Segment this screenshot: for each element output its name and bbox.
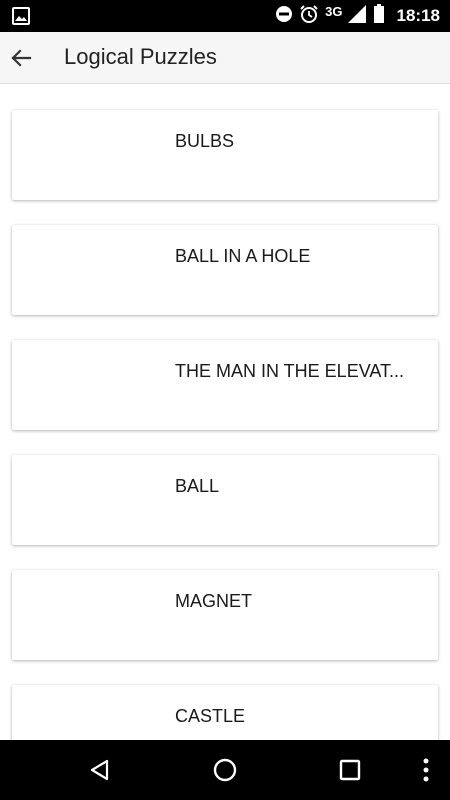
puzzle-card[interactable]: MAGNET [12, 570, 438, 660]
puzzle-card[interactable]: THE MAN IN THE ELEVAT... [12, 340, 438, 430]
puzzle-card[interactable]: CASTLE [12, 685, 438, 740]
arrow-back-icon[interactable] [9, 46, 33, 70]
clock: 18:18 [396, 6, 440, 25]
page-title: Logical Puzzles [64, 44, 217, 69]
image-icon [12, 7, 30, 30]
puzzle-title: BALL IN A HOLE [175, 246, 311, 266]
nav-more-button[interactable] [410, 754, 442, 786]
do-not-disturb-icon [275, 5, 293, 28]
puzzle-title: CASTLE [175, 706, 246, 726]
puzzle-title: BULBS [175, 131, 235, 151]
alarm-icon [299, 4, 319, 29]
signal-icon [347, 4, 367, 29]
puzzle-title: BALL [175, 476, 220, 496]
nav-back-button[interactable] [84, 754, 116, 786]
battery-icon [373, 3, 385, 29]
network-type: 3G [325, 3, 343, 19]
back-button[interactable] [6, 43, 36, 73]
puzzle-title: THE MAN IN THE ELEVAT... [175, 361, 405, 381]
back-triangle-icon[interactable] [88, 758, 112, 782]
nav-recents-button[interactable] [334, 754, 366, 786]
puzzle-title: MAGNET [175, 591, 253, 611]
app-bar: Logical Puzzles [0, 32, 450, 84]
status-bar: 3G 18:18 [0, 0, 450, 32]
more-vert-icon[interactable] [422, 757, 430, 783]
puzzle-card[interactable]: BALL IN A HOLE [12, 225, 438, 315]
nav-home-button[interactable] [209, 754, 241, 786]
navigation-bar [0, 740, 450, 800]
puzzle-card[interactable]: BULBS [12, 110, 438, 200]
puzzle-card[interactable]: BALL [12, 455, 438, 545]
home-circle-icon[interactable] [212, 757, 238, 783]
recents-square-icon[interactable] [338, 758, 362, 782]
puzzle-list[interactable]: BULBS BALL IN A HOLE THE MAN IN THE ELEV… [0, 85, 450, 740]
